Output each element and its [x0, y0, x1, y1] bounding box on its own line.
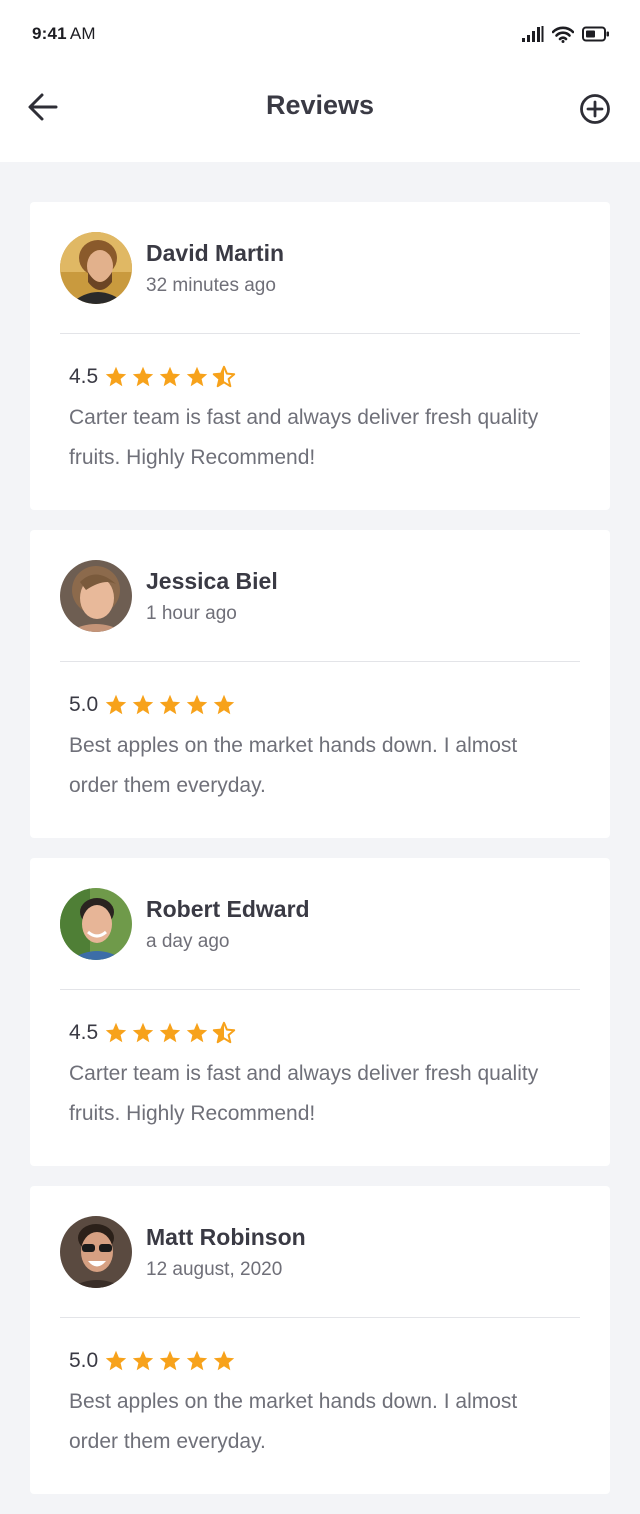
review-time: 1 hour ago	[146, 603, 237, 624]
avatar	[60, 1216, 132, 1288]
divider	[60, 661, 580, 662]
star-filled-icon	[187, 1022, 208, 1043]
status-time-value: 9:41	[32, 24, 67, 43]
avatar	[60, 232, 132, 304]
wifi-icon	[552, 26, 574, 43]
divider	[60, 333, 580, 334]
star-half-icon	[213, 365, 236, 388]
star-filled-icon	[133, 366, 154, 387]
star-filled-icon	[160, 1022, 181, 1043]
review-card: Jessica Biel 1 hour ago 5.0 Best apples …	[30, 530, 610, 838]
star-rating	[104, 1349, 236, 1373]
review-card: Matt Robinson 12 august, 2020 5.0 Best a…	[30, 1186, 610, 1494]
rating-row: 4.5	[69, 1020, 236, 1046]
star-filled-icon	[106, 1022, 127, 1043]
avatar	[60, 560, 132, 632]
review-text: Carter team is fast and always deliver f…	[69, 1062, 539, 1125]
reviewer-name: David Martin	[146, 240, 285, 266]
cellular-signal-icon	[522, 26, 544, 42]
review-card: David Martin 32 minutes ago 4.5 Carter t…	[30, 202, 610, 510]
status-bar: 9:41 AM	[0, 0, 640, 70]
page-title: Reviews	[265, 90, 375, 120]
review-time: 12 august, 2020	[146, 1259, 283, 1280]
rating-row: 5.0	[69, 1348, 236, 1374]
reviewer-name: Robert Edward	[146, 896, 310, 922]
star-filled-icon	[133, 1350, 154, 1371]
star-half-icon	[213, 1021, 236, 1044]
review-time: 32 minutes ago	[146, 275, 276, 296]
status-time-ampm: AM	[69, 24, 96, 43]
star-filled-icon	[133, 694, 154, 715]
status-time: 9:41 AM	[32, 24, 96, 44]
rating-value: 5.0	[69, 693, 99, 716]
review-card: Robert Edward a day ago 4.5 Carter team …	[30, 858, 610, 1166]
review-list: David Martin 32 minutes ago 4.5 Carter t…	[30, 202, 610, 1514]
battery-icon	[582, 26, 609, 42]
star-filled-icon	[160, 694, 181, 715]
rating-row: 5.0	[69, 692, 236, 718]
app-header: Reviews	[0, 70, 640, 162]
star-filled-icon	[160, 1350, 181, 1371]
plus-circle-icon	[580, 94, 610, 124]
star-filled-icon	[187, 694, 208, 715]
review-text: Carter team is fast and always deliver f…	[69, 406, 539, 469]
star-filled-icon	[106, 366, 127, 387]
reviewer-name: Matt Robinson	[146, 1224, 306, 1250]
review-time: a day ago	[146, 931, 230, 952]
star-filled-icon	[187, 366, 208, 387]
reviewer-name: Jessica Biel	[146, 568, 278, 594]
star-filled-icon	[106, 1350, 127, 1371]
star-rating	[104, 1021, 236, 1045]
star-filled-icon	[106, 694, 127, 715]
rating-value: 5.0	[69, 1349, 99, 1372]
avatar	[60, 888, 132, 960]
star-rating	[104, 693, 236, 717]
divider	[60, 989, 580, 990]
divider	[60, 1317, 580, 1318]
star-filled-icon	[214, 694, 235, 715]
rating-value: 4.5	[69, 1021, 99, 1044]
star-filled-icon	[214, 1350, 235, 1371]
add-review-button[interactable]	[578, 92, 612, 126]
star-rating	[104, 365, 236, 389]
review-text: Best apples on the market hands down. I …	[69, 1390, 518, 1453]
rating-row: 4.5	[69, 364, 236, 390]
status-icons	[522, 24, 610, 44]
star-filled-icon	[133, 1022, 154, 1043]
star-filled-icon	[187, 1350, 208, 1371]
star-filled-icon	[160, 366, 181, 387]
rating-value: 4.5	[69, 365, 99, 388]
review-text: Best apples on the market hands down. I …	[69, 734, 518, 797]
